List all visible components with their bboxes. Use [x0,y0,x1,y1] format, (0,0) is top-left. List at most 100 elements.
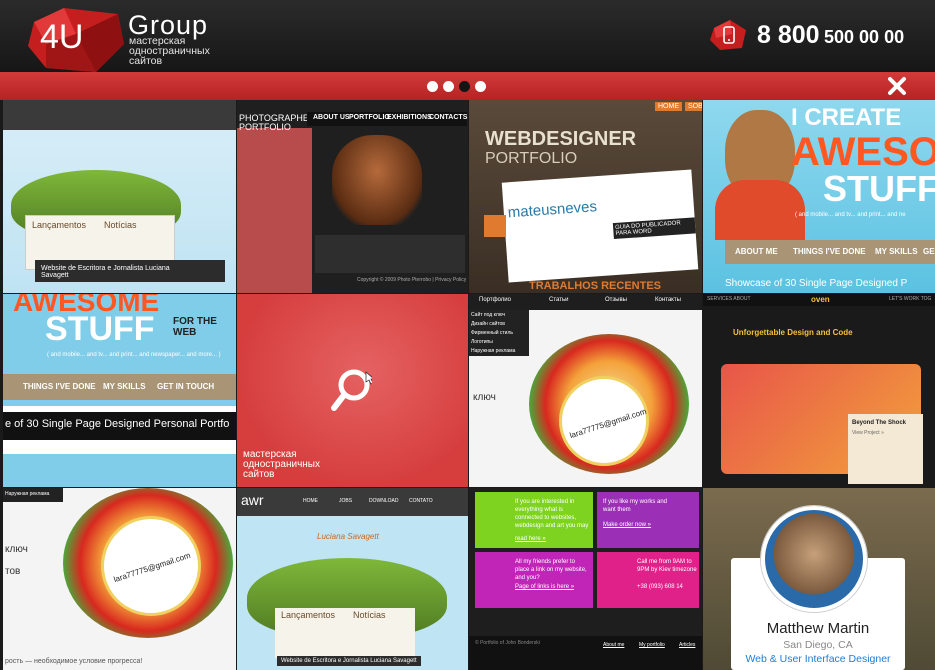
nav-item: DOWNLOAD [369,498,399,504]
email-circle: lara77775@gmail.com [559,376,649,466]
side-text-2: тов [5,566,21,577]
side-text: ключ [5,544,28,555]
site-header: 4U Group мастерская одностраничных сайто… [0,0,935,72]
dropdown-menu: Наружная реклама [3,488,63,502]
tile-heading-left: Lançamentos [32,220,87,230]
portfolio-tile-2[interactable]: PHOTOGRAPHER'S PORTFOLIO ABOUT US PORTFO… [237,100,468,293]
phone-prefix: 8 800 [757,21,820,49]
portfolio-grid: Lançamentos Notícias Website de Escritor… [0,100,935,670]
portfolio-tile-9[interactable]: Наружная реклама lara77775@gmail.com клю… [3,488,236,670]
tile-tagline: ( and mobile... and tv... and print... a… [795,212,906,218]
portfolio-tile-6-hover[interactable]: мастерская одностраничных сайтов [237,294,468,487]
portfolio-tile-5[interactable]: AWESOME STUFF FOR THE WEB ( and mobile..… [3,294,236,487]
nav-item: HOME [303,498,318,504]
tile-showcase: Showcase of 30 Single Page Designed P [725,278,908,289]
cartoon-shirt [715,180,805,240]
photo-figure [332,135,422,225]
menu-item: Логотипы [471,339,493,345]
nav-left: SERVICES ABOUT [707,296,751,302]
portfolio-tile-10[interactable]: awr HOME JOBS DOWNLOAD CONTATO Luciana S… [237,488,468,670]
email-text: lara77775@gmail.com [568,406,648,441]
portfolio-tile-7[interactable]: Портфолио Статьи Отзывы Контакты Сайт по… [469,294,702,487]
portfolio-tile-11[interactable]: If you are interested in everything what… [469,488,702,670]
footer-link[interactable]: My portfolio [639,642,665,648]
nav-item: Контакты [655,297,681,303]
nav-item: CONTATO [409,498,433,504]
block-text: Call me from 9AM to 9PM by Kiev timezone [637,559,697,573]
block-phone: +38 (093) 608 14 [637,584,683,590]
tab-other: SOBR [685,102,702,111]
profile-name: Matthew Martin [766,620,870,637]
photo-thumbnails [315,235,465,273]
footer-text: рость — необходимое условие прогресса! [5,658,143,665]
tile-nav: THINGS I'VE DONE MY SKILLS GET IN TOUCH [3,374,236,400]
magnifier-icon[interactable] [330,368,372,414]
footer-link[interactable]: Articles [679,642,695,648]
portfolio-tile-8[interactable]: SERVICES ABOUT oven LET'S WORK TOG Unfor… [703,294,935,487]
slider-dot-3[interactable] [459,81,470,92]
arrow-left-icon[interactable] [484,215,506,237]
project-card: Beyond The Shock View Project » [848,414,923,484]
menu-item: Фирменный стиль [471,330,513,336]
footer-link[interactable]: About me [603,642,624,648]
slider-dot-2[interactable] [443,81,454,92]
tile-line-3: STUFF [823,168,935,209]
info-block-purple: If you like my works and want them Make … [597,492,699,548]
avatar [761,506,867,612]
logo-icon[interactable]: 4U [26,4,126,76]
nav-item: GET IN TOUCH [157,382,215,391]
nav-right: LET'S WORK TOG [889,296,932,302]
logo-text: 4U [40,18,83,56]
tile-heading-right: Notícias [353,610,386,620]
portfolio-tile-4[interactable]: I CREATE AWESO STUFF ( and mobile... and… [703,100,935,293]
guide-text: GUIA DO PUBLICADOR PARA WORD [612,217,696,240]
tile-footer: © Portfolio of John Bonderski About me M… [469,636,702,670]
nav-item: Портфолио [479,297,511,303]
tile-copyright: Copyright © 2009 Photo Pterrobo | Privac… [357,277,467,283]
brand-tagline: мастерская одностраничных сайтов [129,35,210,67]
profile-location: San Diego, CA [783,639,853,651]
nav-item: MY SKILLS [103,382,146,391]
nav-item: ABOUT US [313,114,350,121]
headline: Unforgettable Design and Code [733,328,853,337]
tile-nav: ABOUT ME THINGS I'VE DONE MY SKILLS GE [725,240,935,264]
tile-heading-right: Notícias [104,220,137,230]
portfolio-tile-3[interactable]: HOME SOBR WEBDESIGNER PORTFOLIO mateusne… [469,100,702,293]
nav-item: Статьи [549,297,569,303]
nav-item: THINGS I'VE DONE [793,247,866,256]
tile-topbar [3,100,236,130]
slider-dot-4[interactable] [475,81,486,92]
portfolio-tile-1[interactable]: Lançamentos Notícias Website de Escritor… [3,100,236,293]
email-circle: lara77775@gmail.com [101,516,201,616]
tab-home: HOME [655,102,682,111]
nav-item: GE [923,247,935,256]
phone-digits: 500 00 00 [824,27,905,47]
portfolio-tile-12[interactable]: Matthew Martin San Diego, CA Web & User … [703,488,935,670]
phone-number[interactable]: 8 800 500 00 00 [757,21,904,50]
brand-text: awr [241,492,264,508]
tile-nav: ABOUT US PORTFOLIO EXHIBITIONS CONTACTS [307,112,467,126]
close-icon[interactable] [886,75,908,97]
block-link[interactable]: Page of links is here » [515,584,574,590]
block-link[interactable]: Make order now » [603,522,651,528]
menu-item: Сайт под ключ [471,312,506,318]
tile-line-2: STUFF [45,310,155,348]
block-text: If you like my works and want them [603,499,668,513]
tile-line-3: FOR THE WEB [173,316,217,338]
slider-bar [0,72,935,100]
menu-item: Наружная реклама [471,348,516,354]
card-link: View Project » [852,430,884,436]
content-paper: Lançamentos Notícias [275,608,415,658]
block-link[interactable]: read here » [515,536,546,542]
tile-topbar: SERVICES ABOUT oven LET'S WORK TOG [703,294,935,306]
brand-text: mateusneves [507,198,598,222]
slider-dot-1[interactable] [427,81,438,92]
side-text: ключ [473,392,496,403]
email-text: lara77775@gmail.com [112,550,192,585]
brand-text: oven [811,295,830,304]
tile-tagline: ( and mobile... and tv... and print... a… [47,352,221,358]
tile-title: Luciana Savagett [317,532,379,541]
tile-hover-label: мастерская одностраничных сайтов [243,449,320,480]
tile-topbar: awr HOME JOBS DOWNLOAD CONTATO [237,488,468,516]
info-block-pink: Call me from 9AM to 9PM by Kiev timezone… [597,552,699,608]
